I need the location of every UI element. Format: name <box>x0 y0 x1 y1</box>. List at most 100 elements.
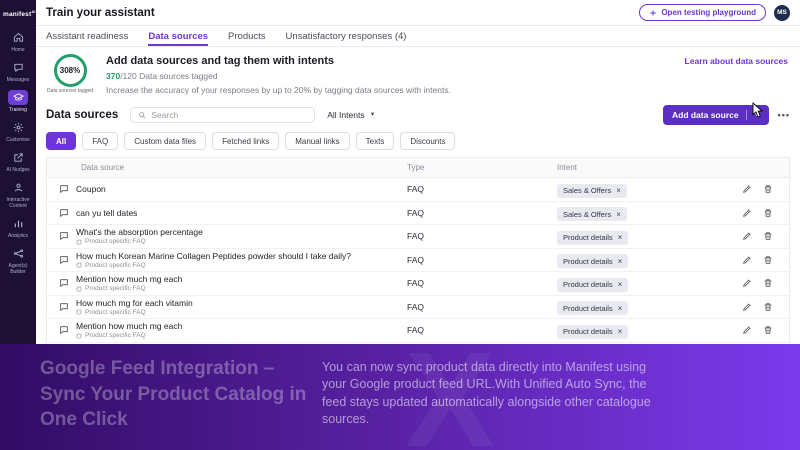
banner-heading: Google Feed Integration – Sync Your Prod… <box>40 358 307 431</box>
table-row: Coupon FAQ Sales & Offers × <box>47 178 789 202</box>
delete-icon[interactable] <box>763 325 773 335</box>
remove-intent-icon[interactable]: × <box>618 233 623 242</box>
data-sources-toolbar: Data sources All Intents ▼ Add data sour… <box>36 100 800 129</box>
delete-icon[interactable] <box>763 302 773 312</box>
delete-icon[interactable] <box>763 255 773 265</box>
intent-badge[interactable]: Product details× <box>557 277 629 292</box>
data-source-cell: Mention how much mg each Product specific… <box>47 274 407 292</box>
sidebar-item-interactive-content[interactable]: Interactive Content <box>0 180 36 209</box>
top-right: Open testing playground MS <box>639 4 790 21</box>
sidebar-item-home[interactable]: Home <box>0 30 36 53</box>
type-cell: FAQ <box>407 325 425 336</box>
app-window: manifestAI Home Messages Training Customise… <box>0 0 800 450</box>
intent-badge[interactable]: Product details× <box>557 324 629 339</box>
delete-icon[interactable] <box>763 208 773 218</box>
tag-icon <box>76 262 82 268</box>
row-subtitle: Product specific FAQ <box>76 309 193 316</box>
tab-data-sources[interactable]: Data sources <box>148 26 208 46</box>
avatar[interactable]: MS <box>774 4 790 21</box>
row-actions <box>717 302 789 312</box>
type-cell: FAQ <box>407 207 425 218</box>
table-header: Data source Type Intent <box>47 158 789 178</box>
sidebar-item-customise[interactable]: Customise <box>0 120 36 143</box>
data-source-cell: Coupon <box>47 184 407 194</box>
tag-icon <box>76 309 82 315</box>
edit-icon[interactable] <box>742 325 752 335</box>
filter-chip-manual-links[interactable]: Manual links <box>285 132 350 150</box>
table-row: Mention how much mg each Product specific… <box>47 272 789 296</box>
remove-intent-icon[interactable]: × <box>618 280 623 289</box>
filter-chip-discounts[interactable]: Discounts <box>400 132 456 150</box>
chat-bubble-icon <box>59 231 69 241</box>
data-source-name: How much Korean Marine Collagen Peptides… <box>76 250 351 261</box>
search-input[interactable] <box>151 110 308 120</box>
header-data-source: Data source <box>81 163 125 172</box>
intent-cell: Sales & Offers × <box>557 204 717 222</box>
training-icon <box>8 90 28 106</box>
delete-icon[interactable] <box>763 184 773 194</box>
remove-intent-icon[interactable]: × <box>616 210 621 219</box>
intent-cell: Product details× <box>557 298 717 316</box>
edit-icon[interactable] <box>742 255 752 265</box>
filter-chip-faq[interactable]: FAQ <box>82 132 119 150</box>
table-row: What's the absorption percentage Product … <box>47 225 789 249</box>
remove-intent-icon[interactable]: × <box>618 327 623 336</box>
intent-filter-select[interactable]: All Intents ▼ <box>327 110 375 120</box>
tag-icon <box>76 333 82 339</box>
tab-products[interactable]: Products <box>228 26 266 46</box>
sidebar-item-label: Training <box>9 107 27 114</box>
row-actions <box>717 325 789 335</box>
intent-badge[interactable]: Sales & Offers × <box>557 207 627 222</box>
remove-intent-icon[interactable]: × <box>618 257 623 266</box>
sidebar-item-analytics[interactable]: Analytics <box>0 216 36 239</box>
sidebar-item-label: AI Nudges <box>6 167 30 174</box>
filter-chip-fetched-links[interactable]: Fetched links <box>212 132 280 150</box>
interactive-content-icon <box>8 180 28 195</box>
open-testing-playground-button[interactable]: Open testing playground <box>639 4 766 21</box>
type-cell: FAQ <box>407 254 425 265</box>
remove-intent-icon[interactable]: × <box>618 304 623 313</box>
more-options-button[interactable]: ••• <box>778 110 790 120</box>
sidebar-item-messages[interactable]: Messages <box>0 60 36 83</box>
table-row: can yu tell dates FAQ Sales & Offers × <box>47 202 789 225</box>
tagged-count: 370/120 Data sources tagged <box>106 71 218 81</box>
edit-icon[interactable] <box>742 302 752 312</box>
remove-intent-icon[interactable]: × <box>616 186 621 195</box>
filter-chip-texts[interactable]: Texts <box>355 132 395 150</box>
edit-icon[interactable] <box>742 184 752 194</box>
section-title: Data sources <box>46 109 119 121</box>
delete-icon[interactable] <box>763 231 773 241</box>
sidebar-item-ai-nudges[interactable]: AI Nudges <box>0 150 36 173</box>
intent-badge[interactable]: Product details× <box>557 301 629 316</box>
intent-badge[interactable]: Product details× <box>557 254 629 269</box>
tab-unsatisfactory-responses-4[interactable]: Unsatisfactory responses (4) <box>286 26 407 46</box>
edit-icon[interactable] <box>742 278 752 288</box>
brand-logo: manifestAI <box>3 9 36 19</box>
messages-icon <box>8 60 28 75</box>
intent-cell: Product details× <box>557 274 717 292</box>
toolbar-right: Add data source ▼ ••• <box>662 105 790 125</box>
data-source-name: What's the absorption percentage <box>76 227 203 238</box>
filter-chip-all[interactable]: All <box>46 132 77 150</box>
filter-chip-custom-data-files[interactable]: Custom data files <box>124 132 207 150</box>
edit-icon[interactable] <box>742 231 752 241</box>
learn-about-data-sources-link[interactable]: Learn about data sources <box>685 56 788 66</box>
intent-badge[interactable]: Product details× <box>557 230 629 245</box>
header-type: Type <box>407 163 425 172</box>
sidebar-item-agent-s-builder[interactable]: Agent(s) Builder <box>0 246 36 275</box>
sidebar-item-training[interactable]: Training <box>0 90 36 113</box>
data-sources-table: Data source Type Intent Coupon FAQ Sales &… <box>46 157 790 366</box>
row-actions <box>717 255 789 265</box>
tab-assistant-readiness[interactable]: Assistant readiness <box>46 26 128 46</box>
chat-bubble-icon <box>59 325 69 335</box>
table-row: How much mg for each vitamin Product spec… <box>47 296 789 319</box>
delete-icon[interactable] <box>763 278 773 288</box>
edit-icon[interactable] <box>742 208 752 218</box>
sidebar-item-label: Agent(s) Builder <box>8 263 28 276</box>
sidebar-item-label: Customise <box>6 137 30 144</box>
page-title: Train your assistant <box>46 6 155 19</box>
add-data-source-button[interactable]: Add data source ▼ <box>662 105 769 125</box>
data-source-cell: can yu tell dates <box>47 208 407 218</box>
intent-badge[interactable]: Sales & Offers × <box>557 183 627 198</box>
intent-cell: Product details× <box>557 251 717 269</box>
